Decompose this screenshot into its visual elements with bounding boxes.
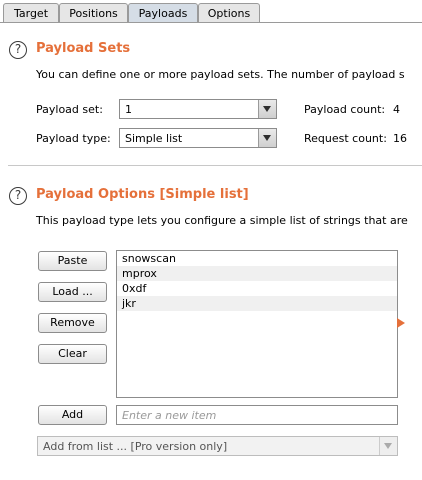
arrow-right-icon: [397, 318, 405, 328]
tab-positions[interactable]: Positions: [59, 3, 128, 22]
payload-options-description: This payload type lets you configure a s…: [36, 214, 408, 227]
tab-options[interactable]: Options: [198, 3, 260, 22]
list-item[interactable]: mprox: [117, 266, 397, 281]
add-from-list-label: Add from list ... [Pro version only]: [43, 440, 228, 453]
payload-type-value: Simple list: [125, 132, 183, 145]
tab-bar: Target Positions Payloads Options: [0, 0, 422, 24]
payload-set-label: Payload set:: [36, 103, 103, 116]
payload-set-select[interactable]: 1: [119, 99, 277, 119]
list-item[interactable]: 0xdf: [117, 281, 397, 296]
add-from-list-select[interactable]: Add from list ... [Pro version only]: [37, 436, 398, 456]
payload-list[interactable]: snowscan mprox 0xdf jkr: [116, 250, 398, 398]
list-item[interactable]: snowscan: [117, 251, 397, 266]
help-icon[interactable]: ?: [9, 187, 27, 205]
section-divider: [8, 165, 422, 166]
remove-button[interactable]: Remove: [38, 313, 107, 333]
list-item[interactable]: jkr: [117, 296, 397, 311]
request-count-label: Request count:: [304, 132, 387, 145]
clear-button[interactable]: Clear: [38, 344, 107, 364]
add-button[interactable]: Add: [38, 405, 107, 425]
paste-button[interactable]: Paste: [38, 251, 107, 271]
help-icon[interactable]: ?: [9, 41, 27, 59]
payload-type-select[interactable]: Simple list: [119, 128, 277, 148]
payload-options-title: Payload Options [Simple list]: [36, 187, 249, 202]
tab-underline: [0, 22, 422, 23]
chevron-down-icon: [258, 100, 276, 118]
chevron-down-icon: [379, 437, 397, 455]
payload-type-label: Payload type:: [36, 132, 111, 145]
payload-sets-title: Payload Sets: [36, 41, 131, 56]
payload-sets-description: You can define one or more payload sets.…: [36, 68, 405, 81]
load-button[interactable]: Load ...: [38, 282, 107, 302]
chevron-down-icon: [258, 129, 276, 147]
new-item-input[interactable]: [116, 405, 398, 425]
payload-set-value: 1: [125, 103, 132, 116]
tab-payloads[interactable]: Payloads: [128, 3, 198, 22]
payload-count-value: 4: [393, 103, 400, 116]
payload-count-label: Payload count:: [304, 103, 386, 116]
tab-target[interactable]: Target: [3, 3, 59, 22]
request-count-value: 16: [393, 132, 407, 145]
